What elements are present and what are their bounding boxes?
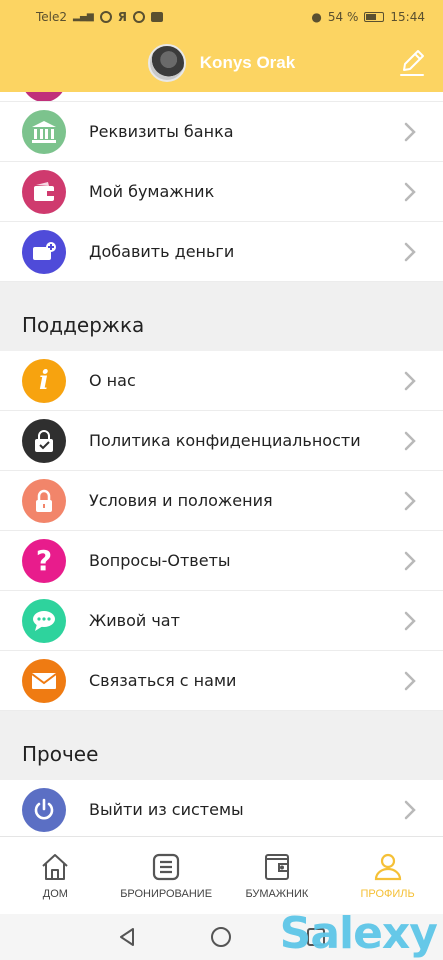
question-icon: ? [22,538,66,583]
battery-icon [364,12,385,22]
info-icon: i [22,358,66,403]
chevron-right-icon [404,611,416,630]
menu-item-label: Добавить деньги [89,242,235,261]
menu-item-label: Выйти из системы [89,800,244,819]
app-notification-icon [99,11,112,23]
home-icon [42,853,69,880]
list-icon [153,853,180,880]
sync-icon [133,11,146,23]
profile-icon [374,853,401,880]
edit-profile-button[interactable] [397,48,427,78]
user-name: Konys Orak [199,53,296,72]
nav-booking[interactable]: БРОНИРОВАНИЕ [111,837,222,914]
section-support-header: Поддержка [0,282,443,351]
partial-list-item [0,92,443,102]
nav-label: БРОНИРОВАНИЕ [120,887,213,900]
privacy-lock-icon [22,418,66,463]
menu-item-faq[interactable]: ? Вопросы-Ответы [0,531,443,591]
menu-item-live-chat[interactable]: Живой чат [0,591,443,651]
menu-item-bank-details[interactable]: Реквизиты банка [0,102,443,162]
avatar[interactable] [147,44,186,82]
menu-item-label: Живой чат [89,611,180,630]
chevron-right-icon [404,551,416,570]
menu-item-privacy-policy[interactable]: Политика конфиденциальности [0,411,443,471]
back-icon[interactable] [117,926,137,948]
mail-notification-icon [151,12,164,22]
nav-label: ДОМ [42,887,68,900]
chevron-right-icon [404,800,416,819]
menu-item-contact-us[interactable]: Связаться с нами [0,651,443,711]
profile-menu[interactable]: Реквизиты банка Мой бумажник Добавить де… [0,92,443,836]
nav-profile[interactable]: ПРОФИЛЬ [332,837,443,914]
menu-item-logout[interactable]: Выйти из системы [0,780,443,836]
mail-icon [22,658,66,703]
nav-label: ПРОФИЛЬ [360,887,415,900]
section-title: Прочее [22,742,99,766]
bottom-navigation: ДОМ БРОНИРОВАНИЕ БУМАЖНИК ПРОФИЛЬ [0,836,443,914]
menu-item-add-money[interactable]: Добавить деньги [0,222,443,282]
lock-icon [22,478,66,523]
nav-home[interactable]: ДОМ [0,837,111,914]
nav-label: БУМАЖНИК [245,887,309,900]
chevron-right-icon [404,182,416,201]
chevron-right-icon [404,122,416,141]
status-bar: Tele2 ▂▄▆ Я ● 54 % 15:44 [0,0,443,34]
bank-icon [22,109,66,154]
menu-item-label: Реквизиты банка [89,122,234,141]
chevron-right-icon [404,242,416,261]
add-money-icon [22,229,66,274]
pencil-square-icon [400,50,424,76]
clock: 15:44 [390,10,425,24]
wallet-icon [22,169,66,214]
chevron-right-icon [404,491,416,510]
section-title: Поддержка [22,313,145,337]
battery-percent: 54 % [327,10,359,24]
menu-item-label: Мой бумажник [89,182,215,201]
partial-item-icon [22,92,66,101]
chevron-right-icon [404,431,416,450]
home-circle-icon[interactable] [210,926,232,948]
signal-icon: ▂▄▆ [73,12,94,22]
power-icon [22,787,66,832]
yandex-icon: Я [117,10,128,24]
profile-header: Konys Orak [0,34,443,92]
watermark-logo: Salexy [279,908,438,959]
chevron-right-icon [404,671,416,690]
section-other-header: Прочее [0,711,443,780]
menu-item-terms[interactable]: Условия и положения [0,471,443,531]
location-icon: ● [311,10,322,24]
menu-item-my-wallet[interactable]: Мой бумажник [0,162,443,222]
nav-wallet[interactable]: БУМАЖНИК [222,837,333,914]
menu-item-label: Политика конфиденциальности [89,431,361,450]
menu-item-label: Вопросы-Ответы [89,551,231,570]
carrier-label: Tele2 [36,10,68,24]
menu-item-label: Условия и положения [89,491,273,510]
chat-icon [22,598,66,643]
menu-item-label: О нас [89,371,136,390]
menu-item-label: Связаться с нами [89,671,237,690]
wallet-outline-icon [264,853,289,880]
menu-item-about-us[interactable]: i О нас [0,351,443,411]
chevron-right-icon [404,371,416,390]
